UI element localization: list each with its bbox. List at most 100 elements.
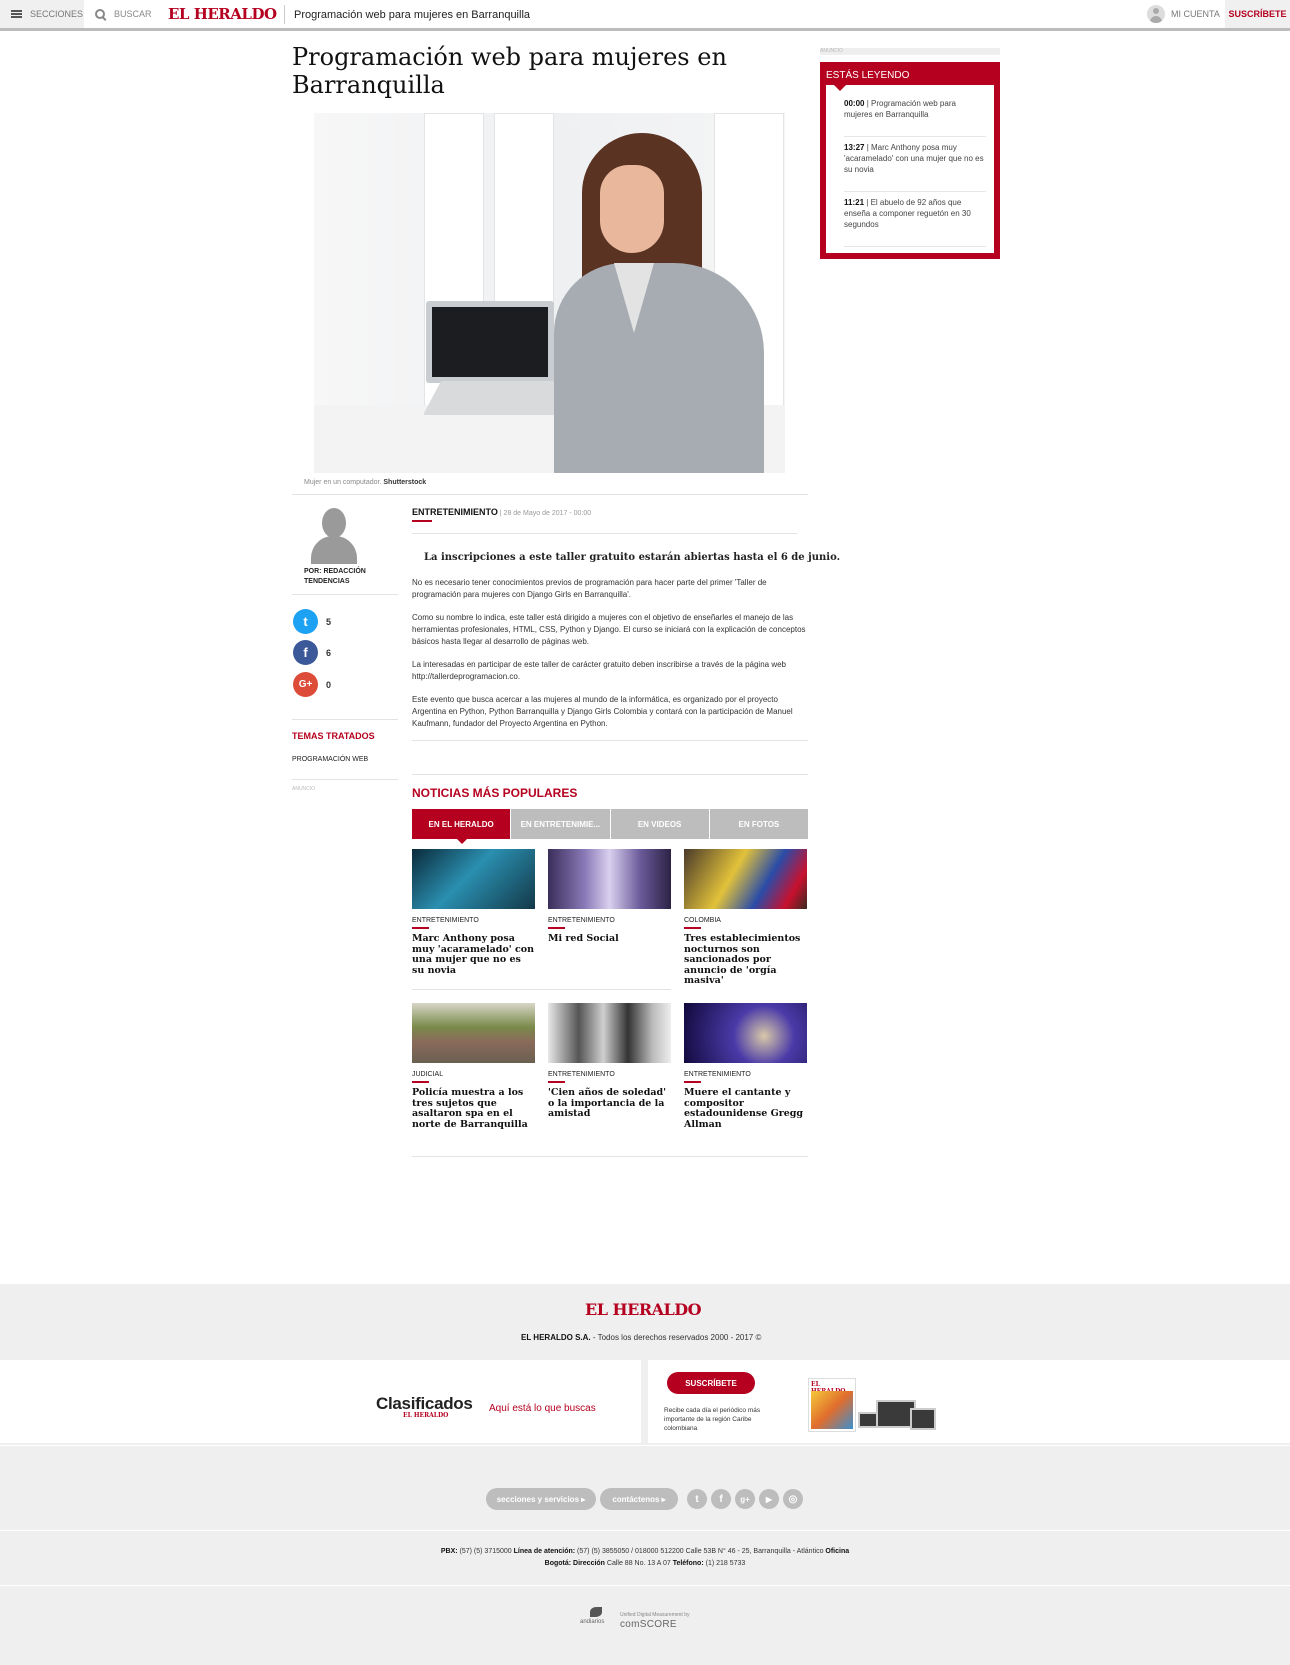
buscar-button[interactable]: BUSCAR — [95, 0, 152, 28]
google-plus-icon: G+ — [293, 672, 318, 697]
news-title: Marc Anthony posa muy 'acaramelado' con … — [412, 933, 535, 976]
news-category: ENTRETENIMIENTO — [684, 1071, 751, 1078]
article-hero-image — [314, 113, 785, 473]
tab-en-entretenimiento[interactable]: EN ENTRETENIMIE... — [511, 809, 610, 839]
google-plus-count: 0 — [326, 679, 332, 690]
contact-label: Teléfono: — [672, 1560, 704, 1567]
news-card[interactable]: ENTRETENIMIENTO 'Cien años de soledad' o… — [548, 1003, 671, 1120]
divider — [292, 719, 398, 720]
secciones-button[interactable]: SECCIONES — [0, 0, 84, 28]
divider — [844, 246, 986, 247]
contact-line: PBX: (57) (5) 3715000 Línea de atención:… — [0, 1548, 1290, 1555]
article-paragraph: La interesadas en participar de este tal… — [412, 660, 786, 681]
temas-heading: TEMAS TRATADOS — [292, 731, 375, 741]
reading-time: 11:21 — [844, 198, 865, 207]
news-thumbnail — [412, 1003, 535, 1063]
category-underline — [548, 927, 565, 929]
tab-en-fotos[interactable]: EN FOTOS — [709, 809, 808, 839]
divider — [292, 494, 808, 495]
twitter-share[interactable]: t 5 — [293, 609, 331, 634]
laptop-device-image — [910, 1408, 936, 1430]
news-title: Muere el cantante y compositor estadouni… — [684, 1087, 804, 1130]
news-card[interactable]: ENTRETENIMIENTO Muere el cantante y comp… — [684, 1003, 807, 1130]
footer-contact: PBX: (57) (5) 3715000 Línea de atención:… — [0, 1530, 1290, 1585]
section-underline — [412, 520, 432, 522]
news-card[interactable]: ENTRETENIMIENTO Mi red Social — [548, 849, 671, 945]
footer-logo[interactable]: EL HERALDO — [585, 1300, 702, 1319]
footer-links: secciones y servicios ▸ contáctenos ▸ t … — [0, 1445, 1290, 1530]
news-category: COLOMBIA — [684, 917, 721, 924]
article-lead: La inscripciones a este taller gratuito … — [424, 552, 841, 563]
top-bar: SECCIONES BUSCAR EL HERALDO Programación… — [0, 0, 1290, 31]
footer-rights: - Todos los derechos reservados 2000 - 2… — [590, 1333, 762, 1342]
comscore-caption: Unified Digital Measurement by — [620, 1612, 690, 1618]
phone-device-image — [858, 1412, 878, 1428]
header-divider — [284, 5, 285, 24]
contact-value: (57) (5) 3855050 / 018000 512200 Calle 5… — [575, 1548, 826, 1555]
contact-label: Línea de atención: — [513, 1548, 576, 1555]
twitter-icon: t — [293, 609, 318, 634]
divider — [412, 740, 808, 741]
footer-copyright: EL HERALDO S.A. - Todos los derechos res… — [521, 1333, 761, 1342]
reading-item[interactable]: 00:00 | Programación web para mujeres en… — [844, 98, 986, 120]
comscore-logo[interactable]: comSCORE — [620, 1619, 677, 1630]
news-card[interactable]: COLOMBIA Tres establecimientos nocturnos… — [684, 849, 807, 987]
category-underline — [684, 1081, 701, 1083]
laptop — [426, 301, 554, 383]
tab-en-videos[interactable]: EN VIDEOS — [610, 809, 709, 839]
news-title: Mi red Social — [548, 933, 619, 944]
reading-item[interactable]: 13:27 | Marc Anthony posa muy 'acaramela… — [844, 142, 986, 175]
facebook-icon[interactable]: f — [711, 1489, 731, 1509]
contact-value: Calle 88 No. 13 A 07 — [604, 1560, 673, 1567]
reading-time: 13:27 — [844, 143, 865, 152]
category-underline — [548, 1081, 565, 1083]
reading-item[interactable]: 11:21 | El abuelo de 92 años que enseña … — [844, 197, 986, 230]
estas-leyendo-widget: ESTÁS LEYENDO 00:00 | Programación web p… — [820, 62, 1000, 259]
contactenos-link[interactable]: contáctenos ▸ — [600, 1488, 678, 1510]
header-logo[interactable]: EL HERALDO — [168, 5, 277, 23]
contact-value: (57) (5) 3715000 — [457, 1548, 514, 1555]
facebook-share[interactable]: f 6 — [293, 640, 331, 665]
divider — [412, 1156, 808, 1157]
article-section-link[interactable]: ENTRETENIMIENTO — [412, 507, 498, 517]
news-card[interactable]: JUDICIAL Policía muestra a los tres suje… — [412, 1003, 535, 1130]
clasificados-tagline: Aquí está lo que buscas — [489, 1403, 596, 1414]
secciones-label: SECCIONES — [30, 9, 84, 19]
instagram-icon[interactable]: ◎ — [783, 1489, 803, 1509]
tema-link[interactable]: PROGRAMACIÓN WEB — [292, 756, 368, 763]
ad-label: ANUNCIO — [292, 786, 316, 792]
clasificados-promo[interactable]: Clasificados EL HERALDO Aquí está lo que… — [0, 1360, 641, 1443]
youtube-icon[interactable]: ▶ — [759, 1489, 779, 1509]
news-card[interactable]: ENTRETENIMIENTO Marc Anthony posa muy 'a… — [412, 849, 535, 976]
footer-partners: andiarios Unified Digital Measurement by… — [0, 1585, 1290, 1665]
reading-time: 00:00 — [844, 99, 865, 108]
footer-subscribe-button[interactable]: SUSCRÍBETE — [667, 1372, 755, 1394]
twitter-icon[interactable]: t — [687, 1489, 707, 1509]
article-paragraph: Este evento que busca acercar a las muje… — [412, 695, 793, 728]
suscribete-button[interactable]: SUSCRÍBETE — [1225, 0, 1290, 28]
news-title: 'Cien años de soledad' o la importancia … — [548, 1087, 667, 1119]
author-avatar — [311, 508, 357, 564]
article-paragraph: Como su nombre lo indica, este taller es… — [412, 613, 806, 646]
divider — [292, 594, 398, 595]
news-category: ENTRETENIMIENTO — [412, 917, 479, 924]
news-category: JUDICIAL — [412, 1071, 444, 1078]
google-plus-icon[interactable]: g+ — [735, 1489, 755, 1509]
tab-en-el-heraldo[interactable]: EN EL HERALDO — [412, 809, 511, 844]
clasificados-sub-logo: EL HERALDO — [403, 1412, 449, 1419]
footer-brand: EL HERALDO EL HERALDO S.A. - Todos los d… — [0, 1284, 1290, 1357]
contact-line: Bogotá: Dirección Calle 88 No. 13 A 07 T… — [0, 1560, 1290, 1567]
news-thumbnail — [684, 849, 807, 909]
divider — [844, 191, 986, 192]
secciones-servicios-link[interactable]: secciones y servicios ▸ — [486, 1488, 596, 1510]
clasificados-logo: Clasificados — [376, 1394, 473, 1413]
google-plus-share[interactable]: G+ 0 — [293, 672, 331, 697]
author-name: POR: REDACCIÓN TENDENCIAS — [304, 568, 366, 585]
populares-tabs: EN EL HERALDO EN ENTRETENIMIE... EN VIDE… — [412, 809, 808, 844]
mi-cuenta-button[interactable]: MI CUENTA — [1147, 0, 1220, 28]
andiarios-logo[interactable]: andiarios — [580, 1607, 604, 1625]
article-date: | 28 de Mayo de 2017 - 00:00 — [499, 510, 592, 517]
news-category: ENTRETENIMIENTO — [548, 917, 615, 924]
article-meta: ENTRETENIMIENTO | 28 de Mayo de 2017 - 0… — [412, 507, 592, 522]
news-thumbnail — [412, 849, 535, 909]
